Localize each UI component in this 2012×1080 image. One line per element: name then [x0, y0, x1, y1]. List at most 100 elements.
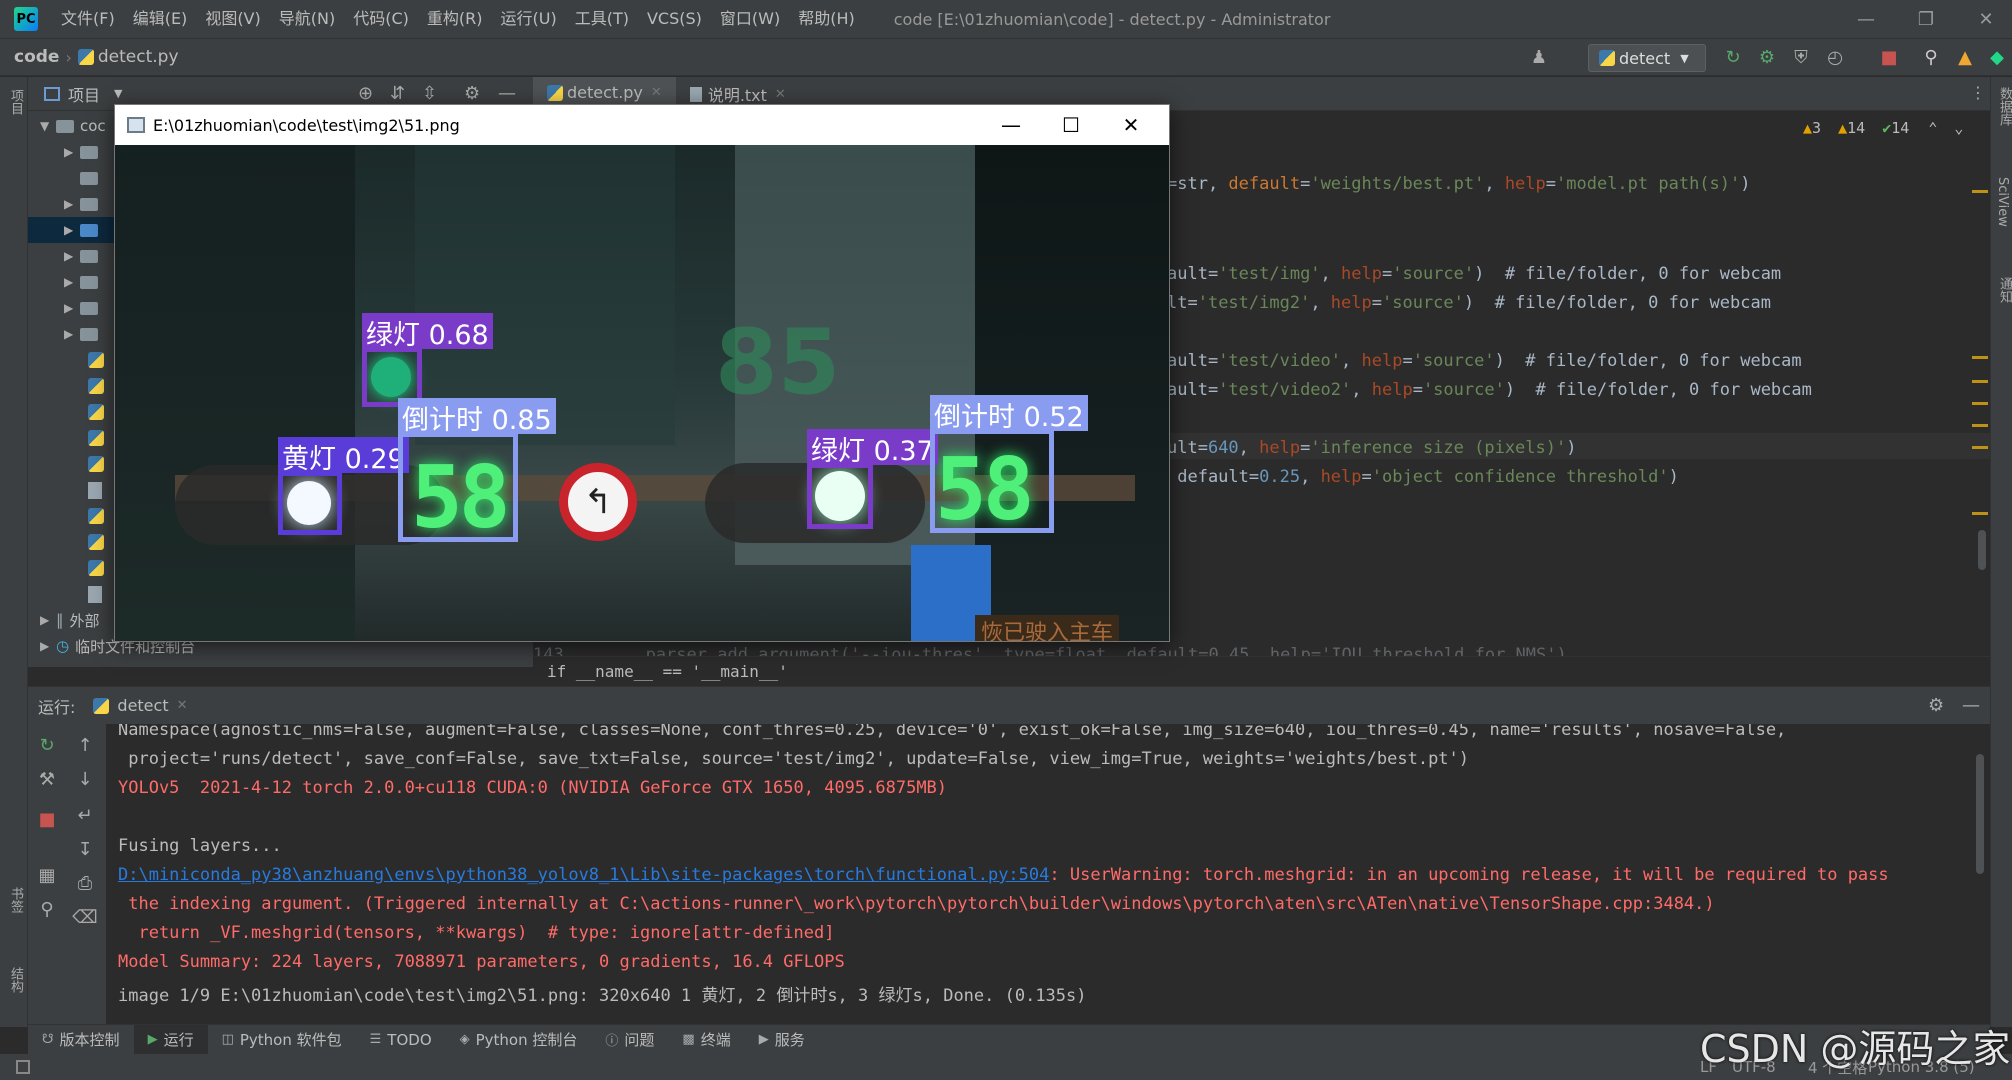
stop-icon[interactable]: ■ [1876, 44, 1902, 70]
menu-tools[interactable]: 工具(T) [566, 0, 638, 38]
bottom-tab-services[interactable]: ▶ 服务 [745, 1029, 819, 1050]
menu-code[interactable]: 代码(C) [344, 0, 418, 38]
menu-view[interactable]: 视图(V) [196, 0, 269, 38]
gear-icon[interactable]: ⚙ [1928, 695, 1944, 716]
bottom-tab-python-console[interactable]: ◈ Python 控制台 [446, 1029, 592, 1050]
error-stripe-mark[interactable] [1972, 402, 1988, 405]
tool-structure-label[interactable]: 结构 [6, 967, 25, 993]
error-stripe-mark[interactable] [1972, 356, 1988, 359]
bottom-tab-run[interactable]: ▶ 运行 [133, 1024, 208, 1055]
tree-folder[interactable]: ▶ [28, 139, 104, 165]
expand-all-icon[interactable]: ⇵ [390, 83, 405, 104]
bottom-tab-problems[interactable]: ⓘ 问题 [591, 1029, 668, 1050]
debug-icon[interactable]: ⚙ [1754, 44, 1780, 70]
arrow-up-icon[interactable]: ↑ [72, 732, 98, 758]
arrow-down-icon[interactable]: ↓ [72, 766, 98, 792]
chevron-down-icon[interactable]: ⌄ [1954, 119, 1963, 137]
breadcrumb-project[interactable]: code [0, 47, 59, 67]
coverage-icon[interactable]: ⛨ [1788, 44, 1814, 70]
chevron-down-icon[interactable]: ▼ [114, 87, 122, 100]
error-stripe-mark[interactable] [1972, 424, 1988, 427]
editor-scrollbar[interactable] [1978, 530, 1986, 570]
stop-icon[interactable]: ■ [34, 806, 60, 832]
menu-edit[interactable]: 编辑(E) [124, 0, 197, 38]
profile-icon[interactable]: ◴ [1822, 44, 1848, 70]
tool-notifications-label[interactable]: 通知 [1995, 277, 2012, 303]
inspections-widget[interactable]: ▲3 ▲14 ✔14 ⌃ ⌄ [1803, 119, 1963, 137]
layout-icon[interactable]: ▦ [34, 862, 60, 888]
more-icon[interactable]: ⋮ [1970, 83, 1986, 102]
locate-icon[interactable]: ⊕ [358, 83, 373, 104]
print-icon[interactable]: ⎙ [72, 870, 98, 896]
user-icon[interactable]: ♟ [1526, 44, 1552, 70]
run-tab-detect[interactable]: detect ✕ [93, 696, 188, 715]
toggle-tool-windows-icon[interactable] [16, 1060, 30, 1074]
console-scrollbar[interactable] [1976, 754, 1984, 874]
bottom-tab-terminal[interactable]: ▩ 终端 [668, 1029, 744, 1050]
tree-file[interactable] [28, 425, 108, 451]
run-config-select[interactable]: detect ▼ [1588, 44, 1706, 72]
rerun-icon[interactable]: ↻ [34, 732, 60, 758]
tool-database-label[interactable]: 数据库 [1995, 87, 2012, 126]
rerun-icon[interactable]: ↻ [1720, 44, 1746, 70]
tree-external-libraries[interactable]: ▶ ‖ 外部 [28, 607, 100, 633]
tree-file[interactable] [28, 529, 108, 555]
tree-folder[interactable]: ▶ [28, 321, 104, 347]
menu-window[interactable]: 窗口(W) [711, 0, 789, 38]
image-viewer-window[interactable]: E:\01zhuomian\code\test\img2\51.png — ☐ … [114, 104, 1170, 642]
menu-run[interactable]: 运行(U) [492, 0, 566, 38]
menu-vcs[interactable]: VCS(S) [638, 0, 711, 38]
project-title[interactable]: 项目 [68, 82, 100, 106]
pin-icon[interactable]: ⚲ [34, 896, 60, 922]
run-console[interactable]: Namespace(agnostic_nms=False, augment=Fa… [106, 724, 1990, 1024]
hide-icon[interactable]: — [498, 83, 516, 104]
close-icon[interactable]: ✕ [775, 87, 786, 102]
image-viewer-titlebar[interactable]: E:\01zhuomian\code\test\img2\51.png — ☐ … [115, 105, 1169, 145]
tree-root[interactable]: ▼ coc [28, 113, 106, 139]
bottom-tab-vcs[interactable]: ☋ 版本控制 [28, 1029, 134, 1050]
menu-help[interactable]: 帮助(H) [789, 0, 864, 38]
close-icon[interactable]: ✕ [651, 85, 662, 100]
search-icon[interactable]: ⚲ [1918, 44, 1944, 70]
tree-folder[interactable]: ▶ [28, 269, 104, 295]
breadcrumb-file[interactable]: detect.py [72, 47, 179, 67]
menu-refactor[interactable]: 重构(R) [418, 0, 492, 38]
trash-icon[interactable]: ⌫ [72, 904, 98, 930]
code-breadcrumb[interactable]: if __name__ == '__main__' [533, 656, 1990, 686]
restore-icon[interactable]: ❐ [1896, 0, 1956, 38]
error-stripe-mark[interactable] [1972, 446, 1988, 449]
menu-navigate[interactable]: 导航(N) [270, 0, 344, 38]
tree-folder[interactable] [28, 165, 104, 191]
error-stripe-mark[interactable] [1972, 512, 1988, 515]
tool-bookmarks-label[interactable]: 书签 [6, 887, 25, 913]
minimize-icon[interactable]: — [981, 105, 1041, 145]
plugin-icon[interactable]: ◆ [1984, 44, 2010, 70]
error-stripe-mark[interactable] [1972, 380, 1988, 383]
hide-icon[interactable]: — [1962, 695, 1980, 716]
tree-folder[interactable]: ▶ [28, 243, 104, 269]
close-icon[interactable]: ✕ [177, 698, 188, 713]
tree-file[interactable] [28, 399, 108, 425]
tree-folder[interactable]: ▶ [28, 295, 104, 321]
tool-sciview-label[interactable]: SciView [1995, 177, 2010, 227]
update-icon[interactable]: ▲ [1952, 44, 1978, 70]
tree-file[interactable] [28, 451, 108, 477]
wrench-icon[interactable]: ⚒ [34, 766, 60, 792]
collapse-all-icon[interactable]: ⇳ [422, 83, 437, 104]
minimize-icon[interactable]: — [1836, 0, 1896, 38]
chevron-up-icon[interactable]: ⌃ [1928, 119, 1937, 137]
bottom-tab-packages[interactable]: ◫ Python 软件包 [208, 1029, 356, 1050]
gear-icon[interactable]: ⚙ [464, 83, 480, 104]
bottom-tab-todo[interactable]: ☰ TODO [356, 1031, 446, 1049]
tree-file[interactable] [28, 503, 108, 529]
scroll-to-end-icon[interactable]: ↧ [72, 836, 98, 862]
tree-file[interactable] [28, 477, 106, 503]
tree-folder[interactable]: ▶ [28, 191, 104, 217]
tree-file[interactable] [28, 347, 108, 373]
soft-wrap-icon[interactable]: ↵ [72, 802, 98, 828]
tool-project-label[interactable]: 项目 [6, 89, 25, 115]
maximize-icon[interactable]: ☐ [1041, 105, 1101, 145]
tree-file[interactable] [28, 373, 108, 399]
error-stripe-mark[interactable] [1972, 190, 1988, 193]
close-icon[interactable]: ✕ [1956, 0, 2012, 38]
